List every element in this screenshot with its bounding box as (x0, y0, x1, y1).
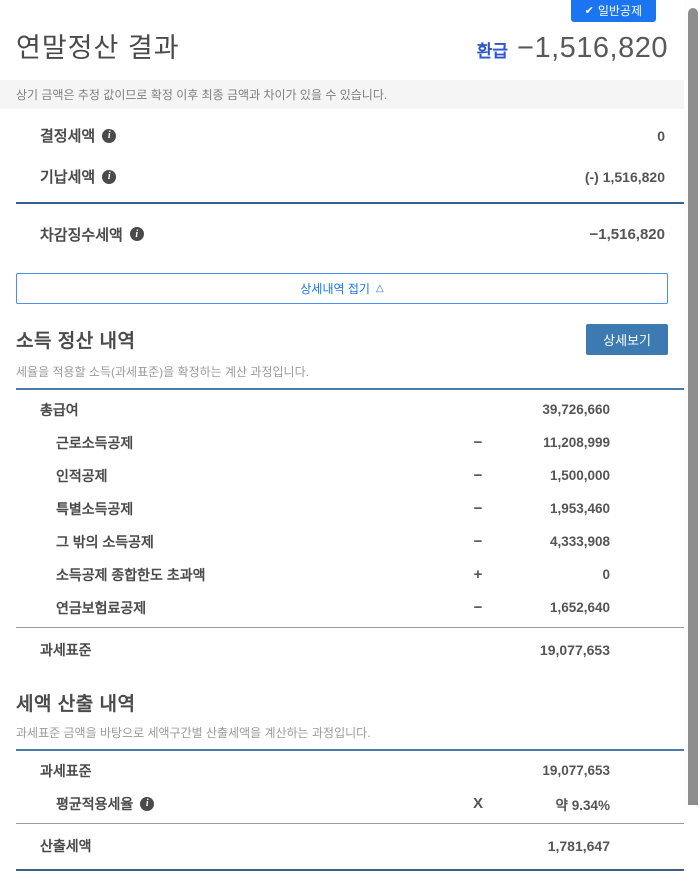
row-label-group: 평균적용세율 i (16, 794, 460, 814)
minus-operator: − (460, 434, 496, 451)
row-value: 0 (496, 567, 610, 582)
final-withholding-tax-value: −1,516,820 (590, 226, 666, 243)
refund-result: 환급 −1,516,820 (477, 32, 668, 65)
summary-row-prepaid-tax: 기납세액 i (-) 1,516,820 (16, 156, 668, 197)
determined-tax-label: 결정세액 (40, 125, 95, 146)
minus-operator: − (460, 500, 496, 517)
chevron-up-icon: △ (376, 283, 384, 294)
info-icon[interactable]: i (140, 797, 154, 811)
income-section-title: 소득 정산 내역 (16, 326, 135, 353)
refund-label: 환급 (477, 37, 508, 62)
row-value: 1,953,460 (496, 501, 610, 516)
info-icon[interactable]: i (130, 227, 144, 241)
table-row-average-tax-rate: 평균적용세율 i X 약 9.34% (16, 787, 668, 820)
income-settlement-section: 소득 정산 내역 상세보기 세율을 적용할 소득(과세표준)을 확정하는 계산 … (16, 324, 668, 669)
tax-table: 과세표준 19,077,653 평균적용세율 i X 약 9.34% 산출세액 … (16, 751, 668, 871)
plus-operator: + (460, 566, 496, 583)
tax-summary: 결정세액 i 0 기납세액 i (-) 1,516,820 차감징수세액 i −… (16, 109, 668, 259)
income-table: 총급여 39,726,660 근로소득공제 − 11,208,999 인적공제 … (16, 390, 668, 669)
scrollbar-thumb[interactable] (688, 8, 698, 805)
income-total-divider (16, 627, 684, 628)
page-title: 연말정산 결과 (16, 26, 180, 65)
row-value: 1,500,000 (496, 468, 610, 483)
row-value: 11,208,999 (496, 435, 610, 450)
table-row-pension-premium-deduction: 연금보험료공제 − 1,652,640 (16, 591, 668, 624)
row-label: 인적공제 (16, 466, 460, 486)
row-label: 연금보험료공제 (16, 598, 460, 618)
refund-amount: −1,516,820 (517, 32, 668, 65)
table-row-gross-salary: 총급여 39,726,660 (16, 393, 668, 426)
row-label: 근로소득공제 (16, 433, 460, 453)
row-value: 19,077,653 (496, 763, 610, 778)
row-label: 산출세액 (16, 836, 460, 856)
summary-divider (16, 202, 684, 204)
minus-operator: − (460, 467, 496, 484)
table-row-special-income-deduction: 특별소득공제 − 1,953,460 (16, 492, 668, 525)
row-label: 특별소득공제 (16, 499, 460, 519)
table-row-personal-deduction: 인적공제 − 1,500,000 (16, 459, 668, 492)
info-icon[interactable]: i (102, 129, 116, 143)
tax-calculation-section: 세액 산출 내역 과세표준 금액을 바탕으로 세액구간별 산출세액을 계산하는 … (16, 689, 668, 871)
final-withholding-tax-label: 차감징수세액 (40, 224, 123, 245)
table-row-earned-income-deduction: 근로소득공제 − 11,208,999 (16, 426, 668, 459)
row-label: 소득공제 종합한도 초과액 (16, 565, 460, 585)
determined-tax-value: 0 (657, 128, 665, 144)
row-label: 과세표준 (16, 761, 460, 781)
row-label: 평균적용세율 (56, 794, 133, 814)
row-label: 그 밖의 소득공제 (16, 532, 460, 552)
income-section-header: 소득 정산 내역 상세보기 (16, 324, 668, 355)
table-row-calculated-tax: 산출세액 1,781,647 (16, 827, 668, 865)
table-row-deduction-limit-excess: 소득공제 종합한도 초과액 + 0 (16, 558, 668, 591)
row-value: 약 9.34% (496, 794, 610, 814)
tax-section-title: 세액 산출 내역 (16, 689, 135, 716)
row-value: 4,333,908 (496, 534, 610, 549)
table-row-tax-base-total: 과세표준 19,077,653 (16, 631, 668, 669)
summary-label: 기납세액 i (40, 166, 116, 187)
summary-row-determined-tax: 결정세액 i 0 (16, 115, 668, 156)
minus-operator: − (460, 599, 496, 616)
summary-label: 결정세액 i (40, 125, 116, 146)
page-header: 연말정산 결과 환급 −1,516,820 (16, 26, 668, 65)
row-value: 39,726,660 (496, 402, 610, 417)
summary-row-final-withholding-tax: 차감징수세액 i −1,516,820 (16, 209, 668, 259)
multiply-operator: X (460, 795, 496, 812)
general-deduction-label: 일반공제 (598, 2, 642, 19)
scrollbar-track[interactable] (684, 0, 700, 805)
table-row-tax-base: 과세표준 19,077,653 (16, 754, 668, 787)
disclaimer-notice: 상기 금액은 추정 값이므로 확정 이후 최종 금액과 차이가 있을 수 있습니… (0, 80, 684, 109)
row-value: 19,077,653 (496, 642, 610, 658)
table-row-other-income-deduction: 그 밖의 소득공제 − 4,333,908 (16, 525, 668, 558)
info-icon[interactable]: i (102, 170, 116, 184)
summary-label: 차감징수세액 i (40, 224, 144, 245)
income-section-subtitle: 세율을 적용할 소득(과세표준)을 확정하는 계산 과정입니다. (16, 363, 668, 380)
minus-operator: − (460, 533, 496, 550)
settlement-result-panel: ✔ 일반공제 연말정산 결과 환급 −1,516,820 상기 금액은 추정 값… (0, 0, 684, 871)
prepaid-tax-label: 기납세액 (40, 166, 95, 187)
tax-section-header: 세액 산출 내역 (16, 689, 668, 716)
tax-section-subtitle: 과세표준 금액을 바탕으로 세액구간별 산출세액을 계산하는 과정입니다. (16, 724, 668, 741)
row-label: 과세표준 (16, 640, 460, 660)
check-icon: ✔ (585, 4, 594, 17)
tax-total-divider (16, 823, 684, 824)
row-value: 1,781,647 (496, 838, 610, 854)
general-deduction-button[interactable]: ✔ 일반공제 (571, 0, 656, 22)
collapse-details-label: 상세내역 접기 (300, 280, 370, 297)
detail-view-button[interactable]: 상세보기 (586, 324, 668, 355)
prepaid-tax-value: (-) 1,516,820 (585, 169, 665, 185)
collapse-details-button[interactable]: 상세내역 접기 △ (16, 273, 668, 304)
row-value: 1,652,640 (496, 600, 610, 615)
row-label: 총급여 (16, 400, 460, 420)
